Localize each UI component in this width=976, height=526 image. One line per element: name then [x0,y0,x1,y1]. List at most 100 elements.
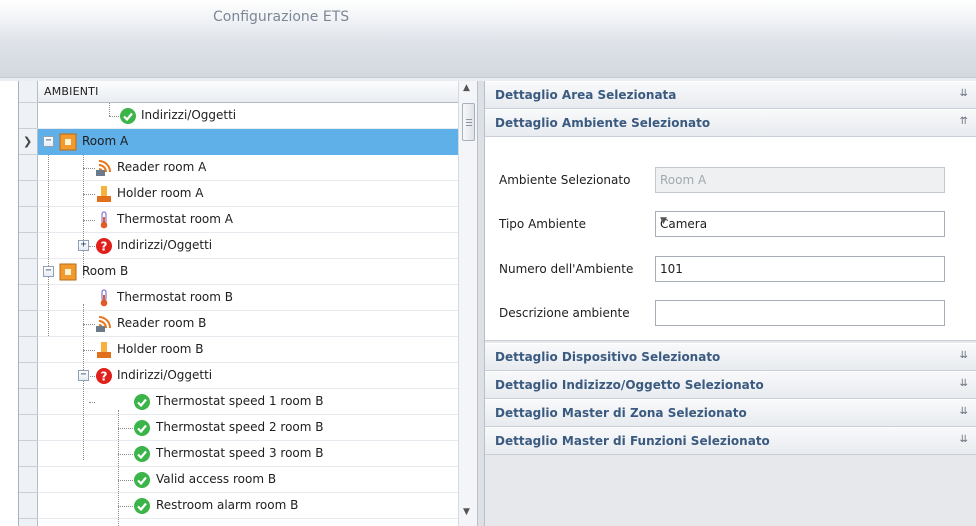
holder-icon [97,186,111,202]
room-icon [59,133,77,151]
scroll-down-icon[interactable]: ▼ [463,507,470,517]
tree-node-indirizzi-oggetti[interactable]: − ? Indirizzi/Oggetti [38,363,458,389]
expand-chevron-icon[interactable]: ⇊ [960,88,968,99]
holder-icon [97,342,111,358]
section-dettaglio-master-zona[interactable]: Dettaglio Master di Zona Selezionato ⇊ [485,399,976,427]
row-header[interactable] [19,311,38,337]
tree-node-holder-room-b[interactable]: Holder room B [38,337,458,363]
details-panel: Dettaglio Area Selezionata ⇊ Dettaglio A… [485,81,976,526]
tree-node-indirizzi-oggetti[interactable]: + ? Indirizzi/Oggetti [38,233,458,259]
numero-ambiente-value: 101 [660,262,683,276]
numero-ambiente-input[interactable]: 101 [655,256,945,282]
tree-node-label: Thermostat room B [117,290,233,304]
row-header[interactable] [19,103,38,129]
expand-chevron-icon[interactable]: ⇊ [960,406,968,417]
row-header[interactable] [19,259,38,285]
collapse-chevron-icon[interactable]: ⇈ [960,116,968,127]
row-header-current[interactable]: ❯ [19,129,38,155]
ambiente-form: Ambiente Selezionato Room A Tipo Ambient… [485,137,976,341]
reader-icon [96,160,111,176]
section-title: Dettaglio Dispositivo Selezionato [495,350,721,364]
tree-node-label: Thermostat speed 3 room B [156,446,324,460]
tree-node-label: Thermostat room A [117,212,233,226]
section-title: Dettaglio Indizizzo/Oggetto Selezionato [495,378,764,392]
ambiente-selezionato-label: Ambiente Selezionato [499,173,631,187]
row-header[interactable] [19,441,38,467]
tree-node-valid-access[interactable]: Valid access room B [38,467,458,493]
section-title: Dettaglio Area Selezionata [495,88,677,102]
tree-node-label: Indirizzi/Oggetti [141,108,237,122]
collapse-icon[interactable]: − [78,370,89,381]
section-dettaglio-indirizzo[interactable]: Dettaglio Indizizzo/Oggetto Selezionato … [485,371,976,399]
ambienti-tree-grid: ❯ AMBIENTI Indirizzi/Oggetti − Room A Re… [18,81,477,526]
scroll-up-icon[interactable]: ▲ [463,83,470,93]
collapse-icon[interactable]: − [43,136,54,147]
section-dettaglio-ambiente[interactable]: Dettaglio Ambiente Selezionato ⇈ [485,109,976,137]
tree-node-holder-room-a[interactable]: Holder room A [38,181,458,207]
row-header[interactable] [19,207,38,233]
tree-node-label: Thermostat speed 2 room B [156,420,324,434]
toolbar [0,40,976,78]
thermometer-icon [100,211,108,229]
tree-node-thermostat-speed-3[interactable]: Thermostat speed 3 room B [38,441,458,467]
tree-node-label: Holder room A [117,186,204,200]
collapse-icon[interactable]: − [43,266,54,277]
tree-node-thermostat-room-a[interactable]: Thermostat room A [38,207,458,233]
tree-node-label: Reader room B [117,316,207,330]
tree-node-room-b[interactable]: − Room B [38,259,458,285]
expand-icon[interactable]: + [78,240,89,251]
row-header[interactable] [19,467,38,493]
chevron-down-icon[interactable]: ▼ [660,216,938,226]
tree-node-reader-room-b[interactable]: Reader room B [38,311,458,337]
tree-node-thermostat-speed-1[interactable]: Thermostat speed 1 room B [38,389,458,415]
row-header[interactable] [19,155,38,181]
expand-chevron-icon[interactable]: ⇊ [960,350,968,361]
panel-splitter[interactable] [477,81,485,526]
tree-node-restroom-alarm[interactable]: Restroom alarm room B [38,493,458,519]
row-header[interactable] [19,389,38,415]
expand-chevron-icon[interactable]: ⇊ [960,434,968,445]
tree-node-thermostat-speed-2[interactable]: Thermostat speed 2 room B [38,415,458,441]
scrollbar-thumb[interactable] [462,103,475,141]
numero-ambiente-label: Numero dell'Ambiente [499,262,634,276]
tree-node-label: Room A [82,134,129,148]
current-row-arrow-icon: ❯ [23,135,33,148]
green-check-icon [134,420,150,436]
red-question-icon: ? [96,368,112,384]
section-title: Dettaglio Ambiente Selezionato [495,116,711,130]
section-title: Dettaglio Master di Funzioni Selezionato [495,434,770,448]
row-header[interactable] [19,181,38,207]
row-header[interactable] [19,285,38,311]
section-title: Dettaglio Master di Zona Selezionato [495,406,747,420]
descrizione-ambiente-input[interactable] [655,300,945,326]
room-icon [59,263,77,281]
green-check-icon [134,498,150,514]
column-header-ambienti[interactable]: AMBIENTI [38,81,472,103]
row-header[interactable] [19,337,38,363]
title-bar: Configurazione ETS [0,0,976,40]
section-dettaglio-master-funzioni[interactable]: Dettaglio Master di Funzioni Selezionato… [485,427,976,455]
tree-vertical-scrollbar[interactable]: ▲ ▼ [458,81,477,526]
tree-node-indirizzi-oggetti[interactable]: Indirizzi/Oggetti [38,103,458,129]
tree-node-label: Reader room A [117,160,207,174]
section-dettaglio-area[interactable]: Dettaglio Area Selezionata ⇊ [485,81,976,109]
section-dettaglio-dispositivo[interactable]: Dettaglio Dispositivo Selezionato ⇊ [485,343,976,371]
expand-chevron-icon[interactable]: ⇊ [960,378,968,389]
tree-node-reader-room-a[interactable]: Reader room A [38,155,458,181]
tree-node-thermostat-room-b[interactable]: Thermostat room B [38,285,458,311]
tipo-ambiente-select[interactable]: Camera ▼ [655,211,945,237]
row-header[interactable] [19,233,38,259]
tree-node-label: Holder room B [117,342,204,356]
green-check-icon [120,108,136,124]
svg-text:?: ? [101,240,108,254]
row-header[interactable] [19,493,38,519]
tree-node-room-a[interactable]: − Room A [38,129,458,155]
tree-node-label: Valid access room B [156,472,277,486]
row-header-column: ❯ [19,81,38,526]
descrizione-ambiente-label: Descrizione ambiente [499,306,630,320]
row-header[interactable] [19,415,38,441]
green-check-icon [134,446,150,462]
column-header-label: AMBIENTI [44,85,99,98]
row-header[interactable] [19,363,38,389]
reader-icon [96,316,111,332]
